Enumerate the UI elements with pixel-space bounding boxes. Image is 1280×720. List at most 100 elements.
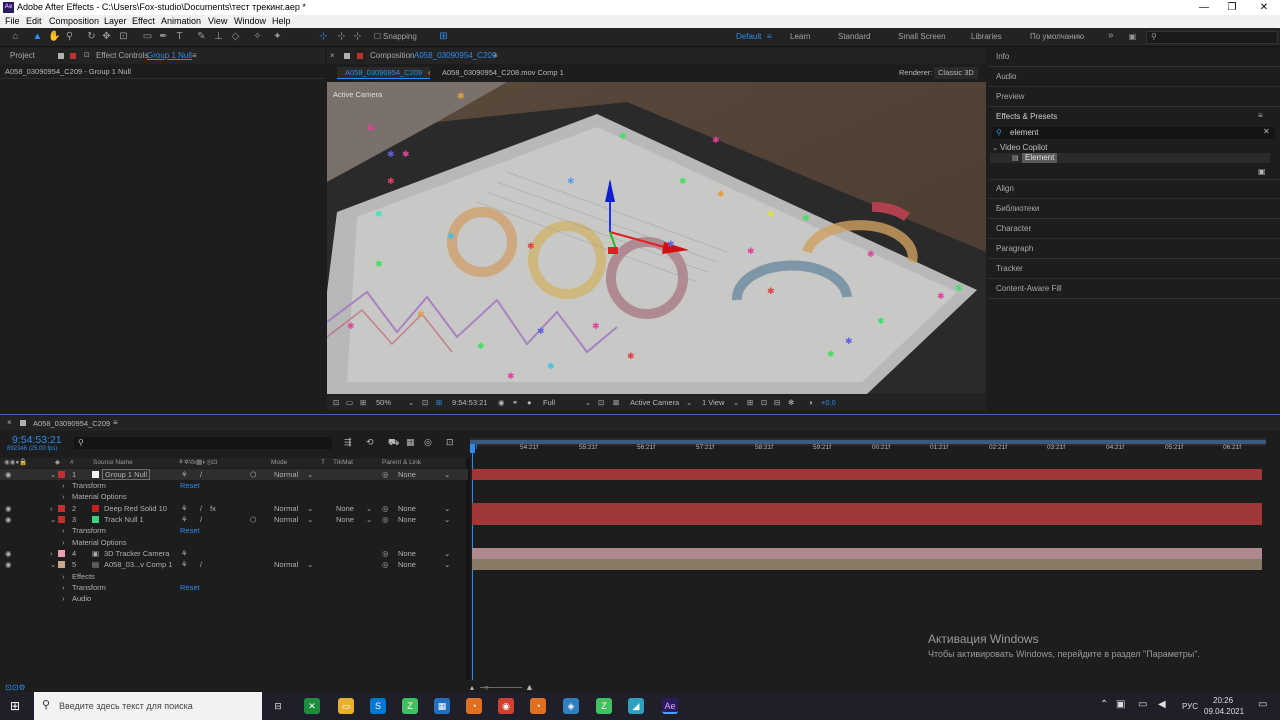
resolution-dropdown[interactable]: Full: [543, 395, 555, 411]
track-point[interactable]: ✱: [717, 190, 725, 199]
property-transform-row[interactable]: › Transform Reset: [0, 480, 468, 491]
track-point[interactable]: ✱: [712, 136, 720, 145]
layer-name[interactable]: A058_03...v Comp 1: [104, 559, 172, 570]
property-effects-row[interactable]: › Effects: [0, 571, 468, 582]
reset-link[interactable]: Reset: [180, 582, 200, 593]
type-tool-icon[interactable]: T: [174, 31, 185, 43]
skype-app-icon[interactable]: S: [370, 698, 386, 714]
col-mode[interactable]: Mode: [271, 458, 287, 468]
toggle-switches-icon[interactable]: ⊡⊡⚙: [5, 683, 26, 692]
view-layout-dropdown[interactable]: 1 View: [702, 395, 724, 411]
layer-bar-3[interactable]: [472, 514, 1262, 525]
layer-row-2[interactable]: ◉ › 2 Deep Red Solid 10 ⚘ / fx Normal ⌄ …: [0, 503, 468, 514]
layer-name[interactable]: Track Null 1: [104, 514, 144, 525]
show-snapshot-icon[interactable]: ⚭: [512, 395, 518, 411]
track-point[interactable]: ✱: [955, 284, 963, 293]
effects-search-input[interactable]: ⚲ element ✕: [992, 127, 1275, 139]
puppet-pin-icon[interactable]: ✦: [272, 31, 283, 43]
blender-2-icon[interactable]: ◔: [530, 698, 546, 714]
visibility-eye-icon[interactable]: ◉: [5, 548, 12, 559]
layer-row-3[interactable]: ◉ ⌄ 3 Track Null 1 ⚘ / ⬡ Normal ⌄ None ⌄…: [0, 514, 468, 525]
shy-switch-icon[interactable]: ⚘: [181, 514, 188, 525]
frame-blending-icon[interactable]: ▦: [406, 437, 415, 448]
panel-audio[interactable]: Audio: [996, 72, 1016, 81]
property-transform-row[interactable]: › Transform Reset: [0, 525, 468, 536]
grid-icon[interactable]: ⊞: [436, 395, 442, 411]
clock-time[interactable]: 20:26: [1213, 696, 1233, 705]
clear-search-icon[interactable]: ✕: [1263, 127, 1270, 136]
panel-align[interactable]: Align: [996, 184, 1014, 193]
menu-animation[interactable]: Animation: [161, 15, 201, 28]
lock-icon[interactable]: [344, 53, 350, 59]
playhead-handle[interactable]: [470, 444, 475, 453]
lock-icon[interactable]: [58, 53, 64, 59]
tray-overflow-icon[interactable]: ⌃: [1100, 699, 1108, 710]
zoom-slider-thumb[interactable]: ○: [484, 683, 489, 692]
twirl-chevron-right-icon[interactable]: ›: [62, 537, 65, 548]
snap-options-icon[interactable]: ⊞: [438, 31, 449, 43]
property-audio[interactable]: Audio: [72, 593, 91, 604]
property-transform[interactable]: Transform: [72, 525, 106, 536]
twirl-chevron-down-icon[interactable]: ⌄: [50, 559, 56, 570]
reset-link[interactable]: Reset: [180, 525, 200, 536]
input-language[interactable]: РУС: [1182, 702, 1198, 711]
calculator-icon[interactable]: ▦: [434, 698, 450, 714]
blender-icon[interactable]: ◔: [466, 698, 482, 714]
network-icon[interactable]: ▭: [1138, 699, 1147, 710]
track-point[interactable]: ✱: [402, 150, 410, 159]
menu-help[interactable]: Help: [272, 15, 291, 28]
clock-date[interactable]: 09.04.2021: [1204, 707, 1244, 716]
label-color-swatch[interactable]: [58, 471, 65, 478]
track-point[interactable]: ✱: [627, 352, 635, 361]
track-point[interactable]: ✱: [387, 177, 395, 186]
viewer-timecode[interactable]: 9:54:53:21: [452, 395, 487, 411]
panel-preview[interactable]: Preview: [996, 92, 1024, 101]
layer-parent[interactable]: None: [398, 514, 416, 525]
new-preset-icon[interactable]: ▣: [1258, 167, 1266, 176]
region-of-interest-icon[interactable]: ⊡: [598, 395, 604, 411]
fit-icon[interactable]: ⊡: [422, 395, 428, 411]
track-point[interactable]: ✱: [447, 232, 455, 241]
exposure-reset-icon[interactable]: ◑: [808, 395, 813, 411]
track-point[interactable]: ✱: [375, 260, 383, 269]
sync-settings-icon[interactable]: ▣: [1127, 31, 1138, 43]
track-point[interactable]: ✱: [547, 362, 555, 371]
toggle-pixel-aspect-icon[interactable]: ⊞: [747, 395, 753, 411]
property-audio-row[interactable]: › Audio: [0, 593, 468, 604]
close-tab-icon[interactable]: ×: [330, 48, 335, 64]
timeline-search-input[interactable]: ⚲: [74, 437, 332, 449]
timeline-tab-name[interactable]: A058_03090954_C209: [33, 419, 110, 428]
transparency-grid-icon[interactable]: ⊠: [613, 395, 619, 411]
zoom-dropdown[interactable]: 50%: [376, 395, 391, 411]
col-trkmat[interactable]: TrkMat: [333, 458, 353, 468]
close-button[interactable]: ✕: [1250, 0, 1278, 15]
track-point[interactable]: ✱: [679, 177, 687, 186]
close-tab-icon[interactable]: ×: [7, 418, 12, 427]
panel-content-aware-fill[interactable]: Content-Aware Fill: [996, 284, 1062, 293]
zoom-in-icon[interactable]: ▲: [525, 682, 534, 692]
layer-trkmat[interactable]: None: [336, 514, 354, 525]
twirl-chevron-right-icon[interactable]: ›: [62, 480, 65, 491]
maximize-button[interactable]: ❐: [1218, 0, 1246, 15]
app-icon-a[interactable]: ◈: [563, 698, 579, 714]
tray-app-icon[interactable]: ▣: [1116, 699, 1125, 710]
track-point[interactable]: ✱: [477, 342, 485, 351]
color-channel-icon[interactable]: ●: [527, 395, 532, 411]
snapshot-icon[interactable]: ◉: [498, 395, 505, 411]
task-view-icon[interactable]: ⊟: [270, 698, 286, 714]
property-transform[interactable]: Transform: [72, 582, 106, 593]
layer-mode[interactable]: Normal: [274, 503, 298, 514]
track-point[interactable]: ✱: [567, 177, 575, 186]
hand-tool-icon[interactable]: ✋: [48, 31, 60, 43]
orbit-camera-icon[interactable]: ✥: [101, 31, 112, 43]
layer-name[interactable]: Deep Red Solid 10: [104, 503, 167, 514]
rectangle-tool-icon[interactable]: ▭: [142, 31, 153, 43]
renderer-value[interactable]: Classic 3D: [934, 67, 978, 79]
layer-mode[interactable]: Normal: [274, 514, 298, 525]
effect-result-row[interactable]: ▤ Element: [990, 153, 1270, 163]
zoom-tool-icon[interactable]: ⚲: [64, 31, 75, 43]
workspace-standard[interactable]: Standard: [838, 32, 870, 41]
volume-icon[interactable]: ◀: [1158, 699, 1166, 710]
track-point[interactable]: ✱: [877, 317, 885, 326]
twirl-chevron-right-icon[interactable]: ›: [62, 571, 65, 582]
